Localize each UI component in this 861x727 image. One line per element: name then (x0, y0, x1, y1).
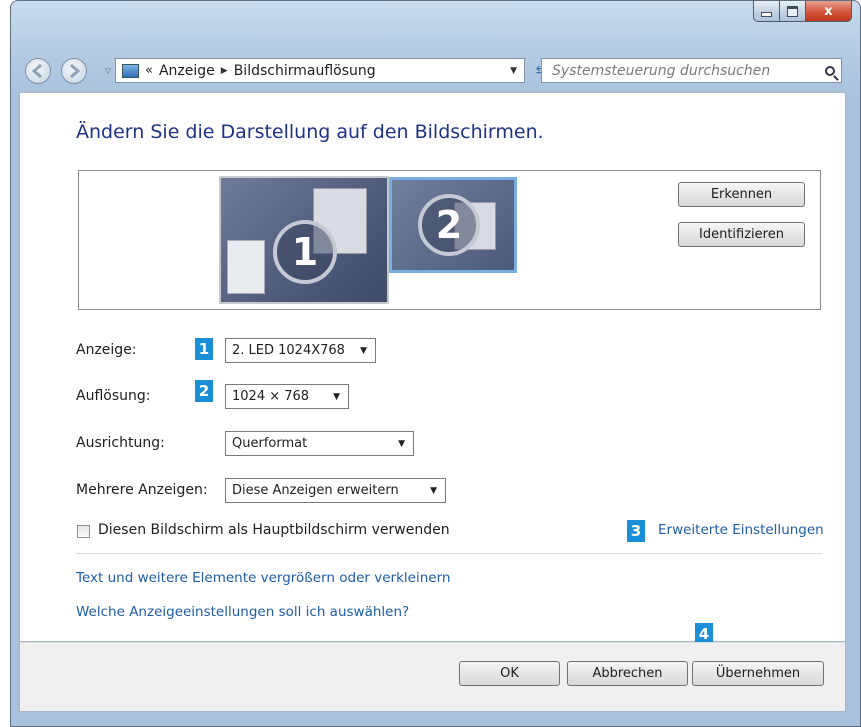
breadcrumb-overflow[interactable]: « (145, 63, 153, 78)
close-icon: x (824, 3, 833, 19)
back-arrow-icon (31, 63, 42, 79)
main-content: Ändern Sie die Darstellung auf den Bilds… (19, 92, 846, 645)
search-input[interactable]: Systemsteuerung durchsuchen (552, 63, 770, 79)
monitor-2-number: 2 (418, 194, 480, 256)
resolution-select-value: 1024 × 768 (232, 389, 310, 404)
chevron-down-icon: ▼ (430, 485, 437, 496)
monitor-1[interactable]: 1 (219, 176, 389, 304)
breadcrumb-anzeige[interactable]: Anzeige (159, 63, 215, 79)
breadcrumb-resolution[interactable]: Bildschirmauflösung (234, 63, 376, 79)
callout-marker-2: 2 (195, 380, 213, 402)
page-title: Ändern Sie die Darstellung auf den Bilds… (76, 121, 544, 143)
callout-marker-1: 1 (195, 338, 213, 360)
orientation-select[interactable]: Querformat ▼ (225, 431, 414, 456)
multiple-displays-select[interactable]: Diese Anzeigen erweitern ▼ (225, 478, 446, 503)
breadcrumb-arrow-icon[interactable]: ▶ (221, 66, 228, 76)
search-icon[interactable] (825, 65, 835, 76)
display-select[interactable]: 2. LED 1024X768 ▼ (225, 338, 376, 363)
primary-display-checkbox[interactable] (77, 525, 90, 538)
dialog-footer: OK Abbrechen Übernehmen (19, 642, 846, 712)
caption-buttons: x (753, 1, 852, 22)
callout-marker-3: 3 (627, 520, 645, 542)
detect-button[interactable]: Erkennen (678, 182, 805, 207)
apply-button[interactable]: Übernehmen (692, 661, 824, 686)
identify-button[interactable]: Identifizieren (678, 222, 805, 247)
minimize-icon (761, 11, 772, 17)
multiple-displays-label: Mehrere Anzeigen: (76, 482, 208, 498)
multiple-displays-select-value: Diese Anzeigen erweitern (232, 483, 399, 498)
recent-pages-dropdown[interactable]: ▽ (105, 66, 111, 75)
control-panel-window: x ▽ « Anzeige ▶ Bildschirmauflösung ▼ ⇆ … (10, 0, 861, 727)
resolution-select[interactable]: 1024 × 768 ▼ (225, 384, 349, 409)
forward-button[interactable] (61, 58, 87, 84)
ok-button[interactable]: OK (459, 661, 560, 686)
address-dropdown-icon[interactable]: ▼ (510, 66, 517, 76)
which-settings-link[interactable]: Welche Anzeigeeinstellungen soll ich aus… (76, 604, 409, 620)
display-label: Anzeige: (76, 342, 137, 358)
divider (76, 553, 822, 554)
chevron-down-icon: ▼ (398, 438, 405, 449)
desktop-window-thumbnail (227, 240, 265, 294)
monitor-preview: 1 2 Erkennen Identifizieren (78, 170, 821, 310)
address-bar[interactable]: « Anzeige ▶ Bildschirmauflösung ▼ (115, 58, 525, 83)
minimize-button[interactable] (753, 1, 780, 22)
orientation-label: Ausrichtung: (76, 435, 165, 451)
monitor-2[interactable]: 2 (389, 177, 517, 273)
advanced-settings-link[interactable]: Erweiterte Einstellungen (658, 522, 824, 538)
forward-arrow-icon (70, 63, 81, 79)
primary-display-checkbox-label[interactable]: Diesen Bildschirm als Hauptbildschirm ve… (98, 522, 450, 538)
chevron-down-icon: ▼ (333, 391, 340, 402)
display-select-value: 2. LED 1024X768 (232, 343, 345, 358)
resolution-label: Auflösung: (76, 388, 151, 404)
maximize-icon (787, 5, 798, 17)
close-button[interactable]: x (806, 1, 852, 22)
search-box[interactable]: Systemsteuerung durchsuchen (541, 58, 842, 83)
cancel-button[interactable]: Abbrechen (567, 661, 688, 686)
orientation-select-value: Querformat (232, 436, 308, 451)
control-panel-icon (122, 63, 139, 78)
monitor-1-number: 1 (273, 220, 337, 284)
back-button[interactable] (25, 58, 51, 84)
text-size-link[interactable]: Text und weitere Elemente vergrößern ode… (76, 570, 450, 586)
maximize-button[interactable] (780, 1, 806, 22)
chevron-down-icon: ▼ (360, 345, 367, 356)
